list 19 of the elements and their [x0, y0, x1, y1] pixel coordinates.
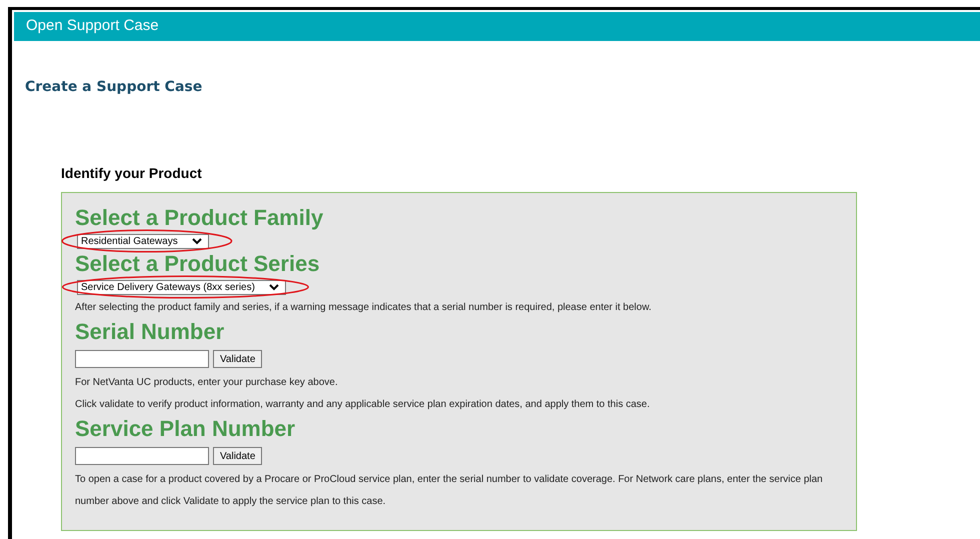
dropdown[interactable]: Service Delivery Gateways (8xx series): [77, 280, 286, 295]
field-heading: Service Plan Number: [75, 416, 296, 442]
page-title: Create a Support Case: [25, 78, 204, 97]
help-text: Click validate to verify product information, warranty and any applicable service plan expiration dates, and apply them to this case.: [75, 398, 650, 412]
chevron-down-icon: [192, 238, 202, 245]
text-input[interactable]: [75, 447, 209, 465]
help-text: For NetVanta UC products, enter your purchase key above.: [75, 376, 338, 390]
section-title: Identify your Product: [61, 164, 203, 183]
help-text: To open a case for a product covered by a Procare or ProCloud service plan, enter the serial number to validate coverage. For Network care plans, enter the service plan number above and click Validate to apply the service plan to this case.: [75, 473, 824, 509]
chevron-down-icon: [268, 284, 279, 291]
dropdown[interactable]: Residential Gateways: [77, 234, 209, 249]
field-heading: Select a Product Family: [75, 205, 324, 231]
field-heading: Serial Number: [75, 319, 224, 345]
validate-button[interactable]: Validate: [213, 447, 262, 465]
validate-button[interactable]: Validate: [213, 350, 262, 368]
panel-title: Open Support Case: [26, 16, 159, 36]
help-text: After selecting the product family and series, if a warning message indicates that a serial number is required, please enter it below.: [75, 301, 652, 315]
text-input[interactable]: [75, 350, 209, 368]
field-heading: Select a Product Series: [75, 251, 320, 277]
